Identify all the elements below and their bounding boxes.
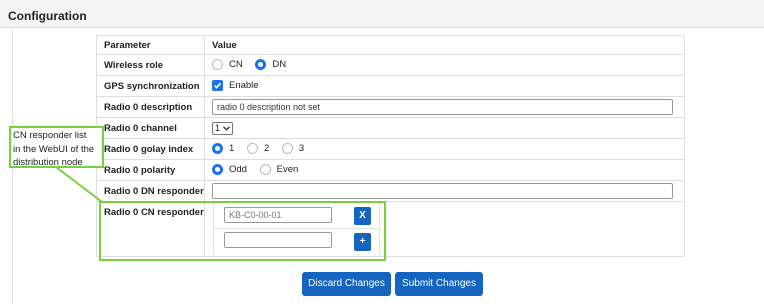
cn-responder-highlight [99, 201, 386, 261]
callout-annotation: CN responder list in the WebUI of the di… [9, 126, 104, 168]
callout-line [55, 166, 103, 203]
